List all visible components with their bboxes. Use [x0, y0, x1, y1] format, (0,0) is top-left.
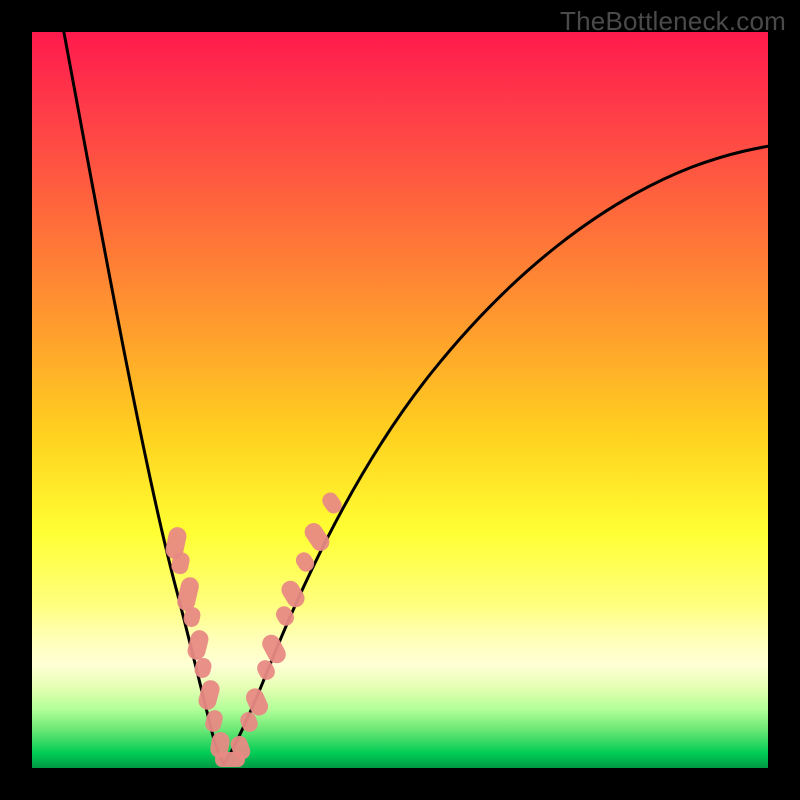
marker-cluster-left — [164, 525, 245, 767]
marker-cluster-right — [228, 489, 344, 762]
chart-frame: TheBottleneck.com — [0, 0, 800, 800]
plot-area — [32, 32, 768, 768]
chart-svg — [32, 32, 768, 768]
curve-right-branch — [224, 144, 768, 764]
watermark-text: TheBottleneck.com — [560, 6, 786, 37]
